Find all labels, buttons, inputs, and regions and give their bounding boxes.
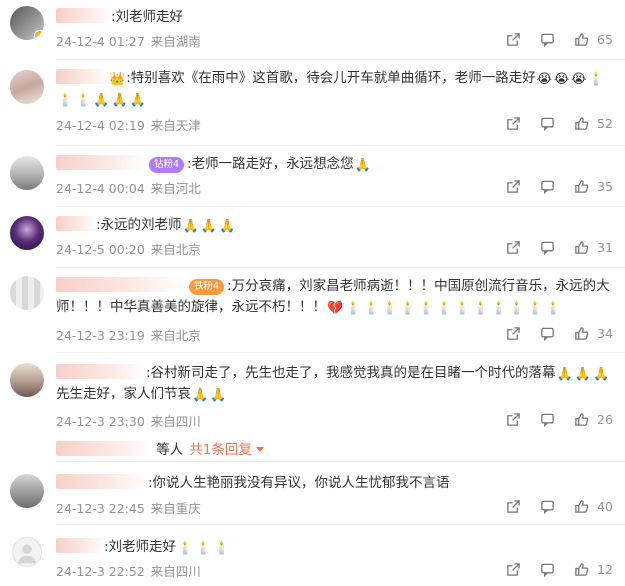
username[interactable]: [56, 474, 148, 489]
comment-actions: 26: [487, 411, 613, 427]
fan-badge[interactable]: 铁粉4: [189, 279, 225, 295]
avatar[interactable]: [10, 156, 44, 190]
avatar[interactable]: [10, 216, 44, 250]
comment-text: :谷村新司走了，先生也走了，我感觉我真的是在目睹一个时代的落幕🙏 🙏 🙏 先生走好，…: [56, 364, 610, 403]
comment-meta: 24-12-4 01:27 来自湖南: [56, 34, 201, 49]
comment-icon[interactable]: [539, 31, 555, 47]
username[interactable]: [56, 364, 146, 379]
comment-actions: 35: [487, 178, 613, 194]
comment-icon[interactable]: [539, 178, 555, 194]
share-icon[interactable]: [505, 115, 521, 131]
comment-text: 铁粉4:万分哀痛，刘家昌老师病逝！！！中国原创流行音乐，永远的大 师！！！中华真…: [56, 277, 610, 316]
like-icon[interactable]: [573, 325, 589, 341]
share-icon[interactable]: [505, 31, 521, 47]
like-icon[interactable]: [573, 239, 589, 255]
chevron-down-icon[interactable]: [255, 447, 264, 452]
share-icon[interactable]: [505, 411, 521, 427]
comment-item: :你说人生艳丽我没有异议，你说人生忧郁我不言语 24-12-3 22:45 来自重…: [0, 462, 625, 524]
like-icon[interactable]: [573, 561, 589, 577]
comment-text: 钻粉4:老师一路走好，永远想念您🙏: [56, 154, 611, 175]
username[interactable]: [56, 8, 111, 23]
like-icon[interactable]: [573, 31, 589, 47]
share-icon[interactable]: [505, 498, 521, 514]
share-icon[interactable]: [505, 239, 521, 255]
username[interactable]: [56, 277, 186, 292]
like-count: 52: [597, 115, 613, 131]
comment-item: :谷村新司走了，先生也走了，我感觉我真的是在目睹一个时代的落幕🙏 🙏 🙏 先生走好，…: [0, 353, 625, 461]
fan-badge[interactable]: 钻粉4: [149, 157, 185, 173]
like-icon[interactable]: [573, 115, 589, 131]
comment-item: 👑:特别喜欢《在雨中》这首歌，待会儿开车就单曲循环，老师一路走好😭 😭 😭 🕯️ 🕯️…: [0, 60, 625, 145]
comment-icon[interactable]: [539, 498, 555, 514]
like-count: 12: [597, 561, 613, 577]
reply-summary: 等人 共1条回复: [56, 438, 264, 458]
comment-icon[interactable]: [539, 239, 555, 255]
avatar[interactable]: [10, 70, 44, 104]
avatar[interactable]: [10, 276, 44, 310]
comment-icon[interactable]: [539, 325, 555, 341]
username[interactable]: [56, 155, 146, 170]
comment-text: :永远的刘老师🙏 🙏 🙏: [56, 215, 611, 236]
comment-meta: 24-12-4 02:19 来自天津: [56, 118, 201, 133]
comment-meta: 24-12-3 23:19 来自北京: [56, 328, 201, 343]
comment-item: 钻粉4:老师一路走好，永远想念您🙏 24-12-4 00:04 来自河北 35: [0, 146, 625, 206]
comment-actions: 31: [487, 239, 613, 255]
comment-meta: 24-12-3 22:45 来自重庆: [56, 501, 201, 516]
like-icon[interactable]: [573, 498, 589, 514]
username[interactable]: [56, 538, 104, 553]
username[interactable]: [56, 69, 108, 84]
crown-icon: 👑: [109, 72, 126, 87]
comment-meta: 24-12-5 00:20 来自北京: [56, 242, 201, 257]
avatar[interactable]: [10, 363, 44, 397]
comment-actions: 40: [487, 498, 613, 514]
comment-text: 👑:特别喜欢《在雨中》这首歌，待会儿开车就单曲循环，老师一路走好😭 😭 😭 🕯️ 🕯️…: [56, 69, 605, 108]
like-count: 34: [597, 325, 613, 341]
comment-actions: 52: [487, 115, 613, 131]
comment-icon[interactable]: [539, 561, 555, 577]
share-icon[interactable]: [505, 178, 521, 194]
username[interactable]: [56, 216, 96, 231]
comment-actions: 12: [487, 561, 613, 577]
comment-meta: 24-12-4 00:04 来自河北: [56, 181, 201, 196]
comment-meta: 24-12-3 23:30 来自四川: [56, 414, 201, 429]
comment-item: 铁粉4:万分哀痛，刘家昌老师病逝！！！中国原创流行音乐，永远的大 师！！！中华真…: [0, 268, 625, 352]
avatar[interactable]: [12, 537, 42, 567]
avatar[interactable]: [10, 474, 44, 508]
comment-item: :刘老师走好 24-12-4 01:27 来自湖南 65: [0, 0, 625, 60]
comment-actions: 65: [487, 31, 613, 47]
like-count: 31: [597, 239, 613, 255]
avatar[interactable]: [10, 6, 44, 40]
like-count: 40: [597, 498, 613, 514]
comment-icon[interactable]: [539, 411, 555, 427]
comment-item: :永远的刘老师🙏 🙏 🙏 24-12-5 00:20 来自北京 31: [0, 207, 625, 267]
view-replies-link[interactable]: 共1条回复: [189, 442, 252, 458]
like-count: 35: [597, 178, 613, 194]
comment-text: :刘老师走好🕯️ 🕯️ 🕯️: [56, 537, 611, 558]
like-icon[interactable]: [573, 411, 589, 427]
like-count: 65: [597, 31, 613, 47]
comment-meta: 24-12-3 22:52 来自四川: [56, 564, 201, 579]
comment-text: :你说人生艳丽我没有异议，你说人生忧郁我不言语: [56, 473, 611, 494]
comment-text: :刘老师走好: [56, 7, 611, 28]
comment-item: :刘老师走好🕯️ 🕯️ 🕯️ 24-12-3 22:52 来自四川 12: [0, 525, 625, 586]
share-icon[interactable]: [505, 325, 521, 341]
like-icon[interactable]: [573, 178, 589, 194]
default-avatar-icon: [17, 544, 37, 564]
share-icon[interactable]: [505, 561, 521, 577]
comment-actions: 34: [487, 325, 613, 341]
comment-icon[interactable]: [539, 115, 555, 131]
reply-username[interactable]: [56, 441, 152, 456]
like-count: 26: [597, 411, 613, 427]
